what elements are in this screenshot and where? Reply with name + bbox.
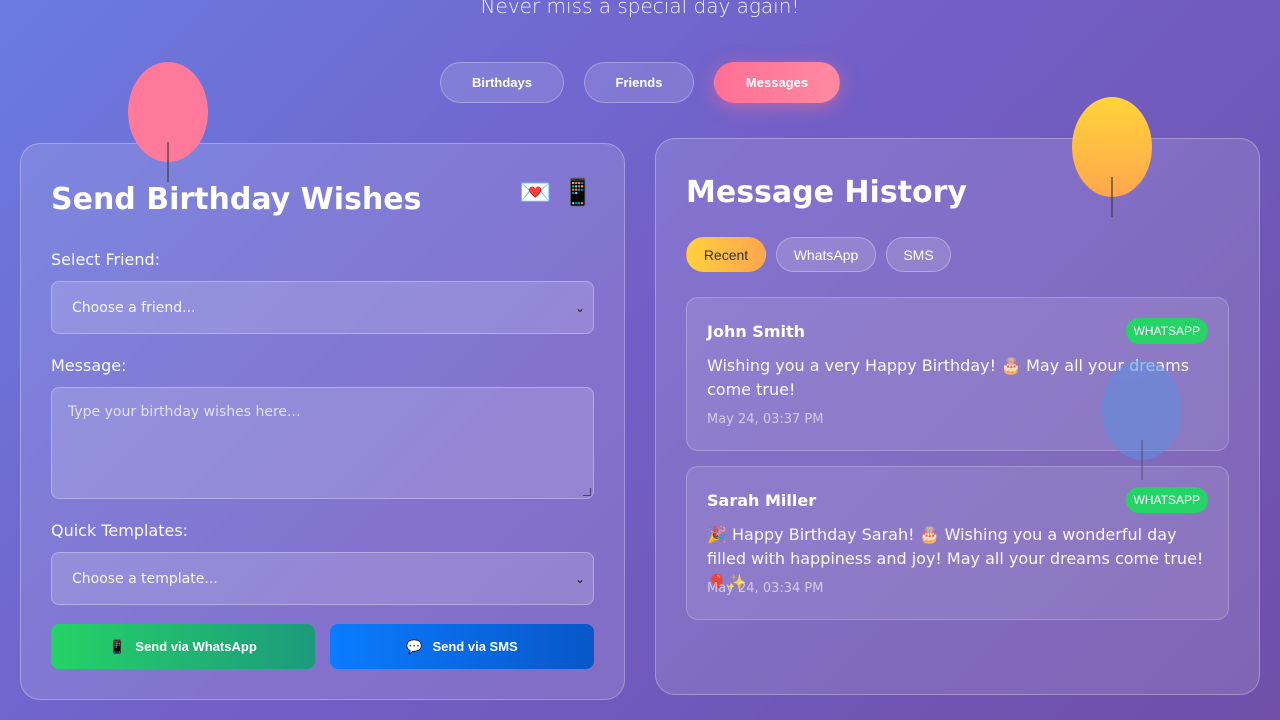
channel-badge: WHATSAPP [1125,318,1208,344]
title-icons: 💌 📱 [519,178,594,208]
friend-select[interactable]: Choose a friend... ⌄ [51,281,594,334]
love-letter-icon: 💌 [519,178,552,208]
message-timestamp: May 24, 03:37 PM [707,412,824,427]
chevron-down-icon: ⌄ [574,571,585,586]
send-sms-label: Send via SMS [432,639,518,654]
history-filters: Recent WhatsApp SMS [686,237,951,272]
nav-friends-button[interactable]: Friends [584,62,694,103]
filter-sms[interactable]: SMS [886,237,951,272]
nav-messages-button[interactable]: Messages [714,62,840,103]
nav-birthdays-button[interactable]: Birthdays [440,62,564,103]
resize-handle-icon[interactable] [583,488,591,496]
message-label: Message: [51,356,127,375]
mobile-phone-icon: 📱 [561,178,594,208]
template-select[interactable]: Choose a template... ⌄ [51,552,594,605]
message-textarea[interactable]: Type your birthday wishes here... [51,387,594,499]
message-history-title: Message History [686,175,967,210]
message-item[interactable]: Sarah Miller WHATSAPP 🎉 Happy Birthday S… [686,466,1229,620]
send-wishes-card: Send Birthday Wishes 💌 📱 Select Friend: … [20,143,625,700]
channel-badge: WHATSAPP [1125,487,1208,513]
phone-icon: 📱 [109,638,126,654]
message-timestamp: May 24, 03:34 PM [707,581,824,596]
filter-recent[interactable]: Recent [686,237,766,272]
chevron-down-icon: ⌄ [574,300,585,315]
message-placeholder: Type your birthday wishes here... [68,404,301,420]
send-sms-button[interactable]: 💬 Send via SMS [330,624,594,669]
quick-templates-label: Quick Templates: [51,521,189,540]
tagline: Never miss a special day again! [480,0,800,18]
template-select-value: Choose a template... [72,570,218,587]
speech-bubble-icon: 💬 [406,638,423,654]
blue-balloon-icon [1102,360,1182,480]
filter-whatsapp[interactable]: WhatsApp [776,237,876,272]
select-friend-label: Select Friend: [51,250,161,269]
pink-balloon-icon [128,62,208,182]
message-recipient: Sarah Miller [707,491,817,510]
message-recipient: John Smith [707,322,806,341]
send-whatsapp-label: Send via WhatsApp [135,639,257,654]
send-wishes-title: Send Birthday Wishes [51,182,422,217]
friend-select-value: Choose a friend... [72,299,196,316]
yellow-balloon-icon [1072,97,1152,217]
send-whatsapp-button[interactable]: 📱 Send via WhatsApp [51,624,315,669]
